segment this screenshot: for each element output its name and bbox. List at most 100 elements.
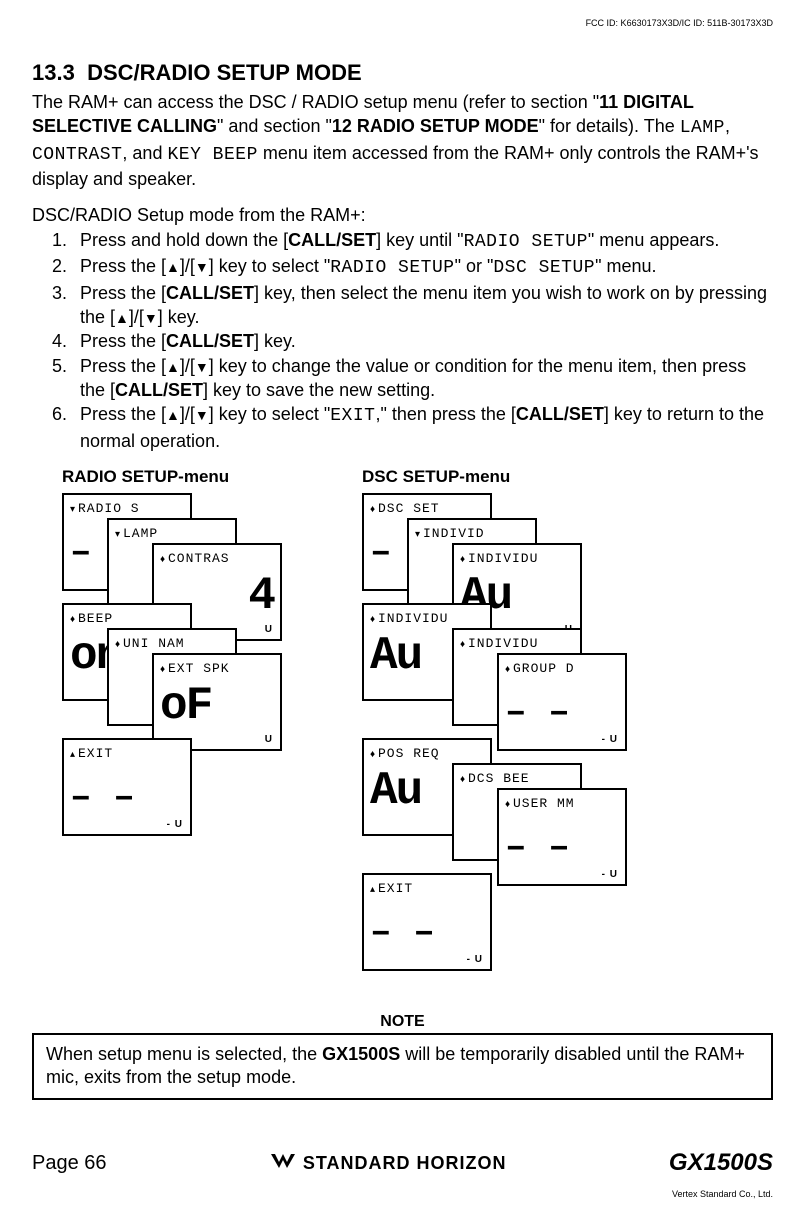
up-arrow-icon: ▲ bbox=[166, 259, 180, 275]
lcd-value: – – bbox=[505, 695, 619, 731]
lcd-label: GROUP D bbox=[513, 661, 575, 676]
down-arrow-icon: ▾ bbox=[70, 504, 78, 515]
step-text: ]/[ bbox=[180, 356, 195, 376]
page-number: Page 66 bbox=[32, 1152, 107, 1175]
fcc-id: FCC ID: K6630173X3D/IC ID: 511B-30173X3D bbox=[586, 18, 773, 28]
updown-arrow-icon: ♦ bbox=[460, 774, 468, 785]
lcd-label: CONTRAS bbox=[168, 551, 230, 566]
step-text: Press the [ bbox=[80, 283, 166, 303]
updown-arrow-icon: ♦ bbox=[115, 639, 123, 650]
step-text: Press the [ bbox=[80, 356, 166, 376]
lcd-label: INDIVIDU bbox=[468, 551, 538, 566]
lcd-user-mm: ♦USER MM – – - U bbox=[497, 788, 627, 886]
dsc-setup-column: DSC SETUP-menu ♦DSC SET – – ▾INDIVID ♦IN… bbox=[362, 467, 672, 993]
step-3: Press the [CALL/SET] key, then select th… bbox=[72, 281, 773, 330]
step-menu: RADIO SETUP bbox=[330, 258, 454, 278]
lcd-label: DSC SET bbox=[378, 501, 440, 516]
updown-arrow-icon: ♦ bbox=[160, 554, 168, 565]
section-number: 13.3 bbox=[32, 60, 75, 85]
radio-setup-title: RADIO SETUP-menu bbox=[62, 467, 312, 487]
updown-arrow-icon: ♦ bbox=[505, 799, 513, 810]
diagrams-row: RADIO SETUP-menu ▾RADIO S – – ▾LAMP ♦CON… bbox=[62, 467, 773, 993]
lcd-u-mark: U bbox=[265, 624, 272, 635]
step-text: ] key to select " bbox=[209, 404, 330, 424]
step-4: Press the [CALL/SET] key. bbox=[72, 329, 773, 353]
step-2: Press the [▲]/[▼] key to select "RADIO S… bbox=[72, 254, 773, 280]
lcd-u-mark: U bbox=[265, 734, 272, 745]
lcd-u-mark: U bbox=[475, 954, 482, 965]
intro-text: " for details). The bbox=[539, 116, 680, 136]
intro-text: The RAM+ can access the DSC / RADIO setu… bbox=[32, 92, 599, 112]
step-text: Press the [ bbox=[80, 404, 166, 424]
dsc-diagram-area: ♦DSC SET – – ▾INDIVID ♦INDIVIDU Au U ♦IN… bbox=[362, 493, 672, 993]
lcd-label: EXIT bbox=[378, 881, 413, 896]
dsc-setup-title: DSC SETUP-menu bbox=[362, 467, 672, 487]
lcd-label: INDIVIDU bbox=[378, 611, 448, 626]
intro-keybeep: KEY BEEP bbox=[167, 145, 257, 165]
lcd-label: DCS BEE bbox=[468, 771, 530, 786]
lcd-label: UNI NAM bbox=[123, 636, 185, 651]
brand-logo-icon bbox=[269, 1152, 297, 1175]
lcd-u-mark: U bbox=[610, 734, 617, 745]
step-menu: RADIO SETUP bbox=[464, 232, 588, 252]
step-text: ]/[ bbox=[129, 307, 144, 327]
step-1: Press and hold down the [CALL/SET] key u… bbox=[72, 228, 773, 254]
setup-from-heading: DSC/RADIO Setup mode from the RAM+: bbox=[32, 205, 773, 226]
note-model: GX1500S bbox=[322, 1044, 400, 1064]
step-text: " menu appears. bbox=[588, 230, 719, 250]
vertex-copyright: Vertex Standard Co., Ltd. bbox=[672, 1189, 773, 1199]
up-arrow-icon: ▲ bbox=[166, 359, 180, 375]
note-label: NOTE bbox=[32, 1013, 773, 1031]
lcd-group-d: ♦GROUP D – – - U bbox=[497, 653, 627, 751]
updown-arrow-icon: ♦ bbox=[505, 664, 513, 675]
step-text: ," then press the [ bbox=[375, 404, 515, 424]
step-text: Press the [ bbox=[80, 331, 166, 351]
lcd-exit: ▴EXIT – – - U bbox=[62, 738, 192, 836]
intro-lamp: LAMP bbox=[680, 118, 725, 138]
footer-model: GX1500S bbox=[669, 1149, 773, 1177]
step-text: ] key to select " bbox=[209, 256, 330, 276]
step-key: CALL/SET bbox=[115, 380, 203, 400]
step-key: CALL/SET bbox=[166, 283, 254, 303]
step-key: CALL/SET bbox=[516, 404, 604, 424]
note-text: When setup menu is selected, the bbox=[46, 1044, 322, 1064]
section-title-text: DSC/RADIO SETUP MODE bbox=[87, 60, 362, 85]
updown-arrow-icon: ♦ bbox=[370, 614, 378, 625]
down-arrow-icon: ▾ bbox=[415, 529, 423, 540]
step-text: ] key. bbox=[254, 331, 296, 351]
down-arrow-icon: ▼ bbox=[144, 310, 158, 326]
lcd-exit-dsc: ▴EXIT – – - U bbox=[362, 873, 492, 971]
lcd-ext-spk: ♦EXT SPK oF U bbox=[152, 653, 282, 751]
radio-setup-column: RADIO SETUP-menu ▾RADIO S – – ▾LAMP ♦CON… bbox=[62, 467, 312, 993]
step-key: CALL/SET bbox=[166, 331, 254, 351]
step-menu: EXIT bbox=[330, 406, 375, 426]
step-menu: DSC SETUP bbox=[493, 258, 595, 278]
intro-text: , bbox=[725, 116, 730, 136]
lcd-value: – – bbox=[370, 915, 484, 951]
up-arrow-icon: ▴ bbox=[70, 749, 78, 760]
down-arrow-icon: ▾ bbox=[115, 529, 123, 540]
step-text: ] key to save the new setting. bbox=[203, 380, 435, 400]
lcd-u-mark: U bbox=[175, 819, 182, 830]
brand-name: STANDARD HORIZON bbox=[303, 1153, 507, 1174]
step-6: Press the [▲]/[▼] key to select "EXIT," … bbox=[72, 402, 773, 453]
down-arrow-icon: ▼ bbox=[195, 407, 209, 423]
updown-arrow-icon: ♦ bbox=[370, 504, 378, 515]
down-arrow-icon: ▼ bbox=[195, 359, 209, 375]
step-5: Press the [▲]/[▼] key to change the valu… bbox=[72, 354, 773, 403]
step-text: Press and hold down the [ bbox=[80, 230, 288, 250]
radio-diagram-area: ▾RADIO S – – ▾LAMP ♦CONTRAS 4 U ♦BEEP on… bbox=[62, 493, 312, 853]
up-arrow-icon: ▴ bbox=[370, 884, 378, 895]
step-text: ]/[ bbox=[180, 256, 195, 276]
lcd-value: – – bbox=[505, 830, 619, 866]
intro-contrast: CONTRAST bbox=[32, 145, 122, 165]
section-heading: 13.3 DSC/RADIO SETUP MODE bbox=[32, 60, 773, 86]
page-footer: Page 66 STANDARD HORIZON GX1500S bbox=[32, 1149, 773, 1177]
lcd-label: INDIVIDU bbox=[468, 636, 538, 651]
updown-arrow-icon: ♦ bbox=[370, 749, 378, 760]
intro-sec12: 12 RADIO SETUP MODE bbox=[332, 116, 539, 136]
intro-paragraph: The RAM+ can access the DSC / RADIO setu… bbox=[32, 90, 773, 191]
steps-list: Press and hold down the [CALL/SET] key u… bbox=[32, 228, 773, 453]
lcd-label: POS REQ bbox=[378, 746, 440, 761]
lcd-value: oF bbox=[160, 683, 274, 729]
